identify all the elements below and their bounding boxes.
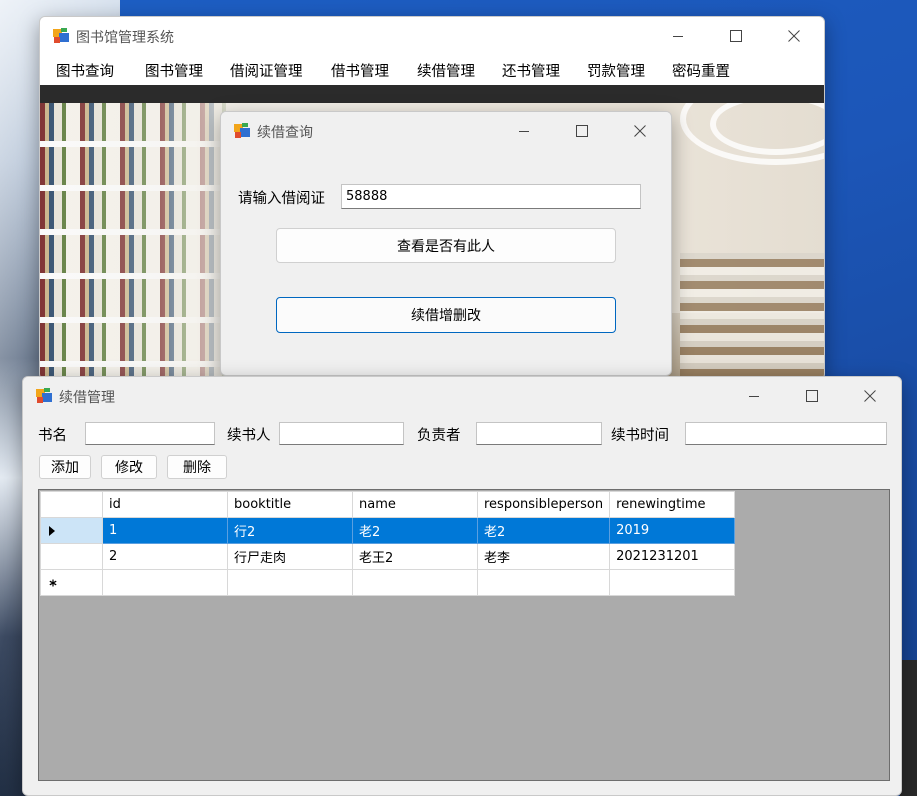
maximize-icon: [576, 125, 588, 137]
taskbar-edge: [900, 660, 917, 796]
renew-table: id booktitle name responsibleperson rene…: [40, 491, 736, 596]
cell-responsibleperson[interactable]: 老2: [476, 517, 611, 544]
cell-booktitle[interactable]: 行2: [227, 517, 353, 544]
app-icon: [234, 123, 250, 139]
cell-renewingtime[interactable]: 2021231201: [609, 543, 736, 570]
column-header-responsibleperson[interactable]: responsibleperson: [476, 491, 611, 518]
renew-crud-button[interactable]: 续借增删改: [276, 297, 616, 333]
delete-button[interactable]: 删除: [167, 455, 227, 479]
column-header-name[interactable]: name: [352, 491, 478, 518]
row-header[interactable]: [40, 543, 103, 570]
table-row[interactable]: 2 行尸走肉 老王2 老李 2021231201: [40, 543, 736, 570]
new-cell[interactable]: [609, 569, 736, 596]
menu-borrow-management[interactable]: 借书管理: [331, 60, 389, 81]
menu-book-query[interactable]: 图书查询: [56, 60, 114, 81]
new-cell[interactable]: [352, 569, 478, 596]
minimize-button[interactable]: [501, 116, 547, 146]
row-header[interactable]: [40, 569, 103, 596]
minimize-icon: [749, 396, 759, 397]
maximize-icon: [730, 30, 742, 42]
menu-card-management[interactable]: 借阅证管理: [230, 60, 303, 81]
cell-responsibleperson[interactable]: 老李: [476, 543, 611, 570]
maximize-button[interactable]: [789, 381, 835, 411]
cell-id[interactable]: 2: [102, 543, 228, 570]
dialog-titlebar[interactable]: 续借查询: [221, 112, 671, 150]
close-button[interactable]: [771, 21, 817, 51]
renew-window-title: 续借管理: [59, 390, 115, 406]
manager-input[interactable]: [476, 422, 602, 445]
renew-data-grid[interactable]: id booktitle name responsibleperson rene…: [38, 489, 890, 781]
maximize-button[interactable]: [713, 21, 759, 51]
new-row-star-icon: [49, 579, 57, 586]
menu-book-management[interactable]: 图书管理: [145, 60, 203, 81]
close-icon: [788, 30, 800, 42]
book-title-input[interactable]: [85, 422, 215, 445]
check-person-button[interactable]: 查看是否有此人: [276, 228, 616, 263]
card-number-label: 请输入借阅证: [238, 191, 325, 207]
row-header-corner[interactable]: [40, 491, 103, 518]
close-icon: [864, 390, 876, 402]
maximize-button[interactable]: [559, 116, 605, 146]
minimize-button[interactable]: [731, 381, 777, 411]
column-header-id[interactable]: id: [102, 491, 228, 518]
renewer-label: 续书人: [227, 428, 271, 444]
cell-renewingtime[interactable]: 2019: [609, 517, 736, 544]
main-titlebar[interactable]: 图书馆管理系统: [40, 17, 824, 55]
renewer-input[interactable]: [279, 422, 404, 445]
cell-name[interactable]: 老王2: [352, 543, 478, 570]
menu-return-management[interactable]: 还书管理: [502, 60, 560, 81]
renew-titlebar[interactable]: 续借管理: [23, 377, 901, 415]
dialog-title: 续借查询: [257, 125, 313, 141]
column-header-renewingtime[interactable]: renewingtime: [609, 491, 736, 518]
bookshelf-fade: [40, 103, 240, 379]
new-row[interactable]: [40, 569, 736, 596]
close-button[interactable]: [847, 381, 893, 411]
add-button[interactable]: 添加: [39, 455, 91, 479]
edit-button[interactable]: 修改: [101, 455, 157, 479]
column-header-booktitle[interactable]: booktitle: [227, 491, 353, 518]
table-row[interactable]: 1 行2 老2 老2 2019: [40, 517, 736, 544]
renew-time-input[interactable]: [685, 422, 887, 445]
right-bookshelves: [680, 253, 824, 379]
table-header-row: id booktitle name responsibleperson rene…: [40, 491, 736, 518]
new-cell[interactable]: [102, 569, 228, 596]
manager-label: 负责者: [417, 428, 461, 444]
close-button[interactable]: [617, 116, 663, 146]
renew-management-window: 续借管理 书名 续书人 负责者 续书时间 添加 修改 删除 id booktit…: [22, 376, 902, 796]
minimize-button[interactable]: [655, 21, 701, 51]
app-icon: [36, 388, 52, 404]
cell-name[interactable]: 老2: [352, 517, 478, 544]
new-cell[interactable]: [476, 569, 611, 596]
menu-bar: 图书查询 图书管理 借阅证管理 借书管理 续借管理 还书管理 罚款管理 密码重置: [40, 55, 824, 85]
menu-fine-management[interactable]: 罚款管理: [587, 60, 645, 81]
cell-booktitle[interactable]: 行尸走肉: [227, 543, 353, 570]
minimize-icon: [519, 131, 529, 132]
menu-password-reset[interactable]: 密码重置: [672, 60, 730, 81]
book-title-label: 书名: [38, 428, 67, 444]
row-header[interactable]: [40, 517, 103, 544]
app-icon: [53, 28, 69, 44]
renew-query-dialog: 续借查询 请输入借阅证 查看是否有此人 续借增删改: [220, 111, 672, 376]
main-window-title: 图书馆管理系统: [76, 30, 174, 46]
card-number-input[interactable]: [341, 184, 641, 209]
maximize-icon: [806, 390, 818, 402]
header-band: [40, 85, 824, 103]
close-icon: [634, 125, 646, 137]
minimize-icon: [673, 36, 683, 37]
new-cell[interactable]: [227, 569, 353, 596]
menu-renew-management[interactable]: 续借管理: [417, 60, 475, 81]
cell-id[interactable]: 1: [102, 517, 228, 544]
renew-time-label: 续书时间: [611, 428, 669, 444]
current-row-arrow-icon: [49, 525, 55, 536]
